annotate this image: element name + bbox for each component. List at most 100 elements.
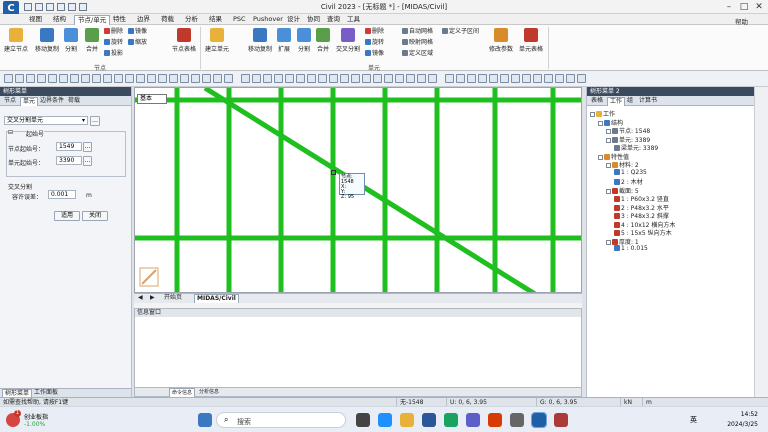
toolbar-button[interactable] [81, 74, 90, 83]
tab-analysis-info[interactable]: 分析信息 [197, 388, 221, 397]
menu-tab[interactable]: 结果 [206, 15, 225, 25]
toolbar-button[interactable] [489, 74, 498, 83]
toolbar-button[interactable] [37, 74, 46, 83]
toolbar-button[interactable] [136, 74, 145, 83]
diagonal-brace[interactable] [203, 88, 537, 293]
menu-tab[interactable]: 设计 [284, 15, 303, 25]
explorer-icon[interactable] [400, 413, 414, 427]
tab-element[interactable]: 单元 [20, 97, 39, 106]
toolbar-button[interactable] [373, 74, 382, 83]
toolbar-button[interactable] [26, 74, 35, 83]
edge-icon[interactable] [378, 413, 392, 427]
maximize-icon[interactable]: □ [737, 1, 751, 13]
toolbar-button[interactable] [15, 74, 24, 83]
menu-tab[interactable]: PSC [230, 15, 249, 25]
tab-boundary[interactable]: 边界条件 [38, 97, 66, 106]
element-rotate-button[interactable]: 旋转 [365, 39, 384, 47]
clock-date[interactable]: 2024/3/25 [722, 421, 758, 428]
toolbar-button[interactable] [274, 74, 283, 83]
toolbar-button[interactable] [241, 74, 250, 83]
tab-report[interactable]: 计算书 [637, 97, 659, 106]
menu-tab[interactable]: 边界 [134, 15, 153, 25]
node-start-more-button[interactable]: … [83, 142, 92, 152]
app-icon[interactable] [444, 413, 458, 427]
toolbar-button[interactable] [533, 74, 542, 83]
element-divide-button[interactable]: 分割 [295, 28, 313, 53]
define-domain-button[interactable]: 定义区域 [402, 50, 433, 58]
create-node-button[interactable]: 建立节点 [3, 28, 29, 53]
toolbar-button[interactable] [202, 74, 211, 83]
toolbar-button[interactable] [384, 74, 393, 83]
toolbar-button[interactable] [285, 74, 294, 83]
view-label[interactable]: 基本 [137, 94, 167, 104]
task-view-icon[interactable] [356, 413, 370, 427]
toolbar-button[interactable] [577, 74, 586, 83]
node-delete-button[interactable]: 删除 [104, 28, 123, 36]
model-view[interactable]: 基本 节点: 1548 X: Y: Z: 95 [134, 87, 582, 293]
toolbar-button[interactable] [191, 74, 200, 83]
toolbar-button[interactable] [213, 74, 222, 83]
close-icon[interactable]: ✕ [752, 1, 766, 13]
define-subdomain-button[interactable]: 定义子区间 [442, 28, 479, 36]
toolbar-button[interactable] [114, 74, 123, 83]
modify-params-button[interactable]: 修改参数 [486, 28, 516, 53]
menu-tab[interactable]: 特性 [110, 15, 129, 25]
toolbar-button[interactable] [329, 74, 338, 83]
toolbar-button[interactable] [555, 74, 564, 83]
create-element-button[interactable]: 建立单元 [203, 28, 231, 53]
toolbar-button[interactable] [296, 74, 305, 83]
toolbar-button[interactable] [340, 74, 349, 83]
menu-tab[interactable]: 工具 [344, 15, 363, 25]
toolbar-button[interactable] [147, 74, 156, 83]
app-icon[interactable] [488, 413, 502, 427]
tolerance-field[interactable]: 0.001 [48, 190, 76, 199]
midas-civil-taskbar-icon[interactable] [531, 412, 547, 428]
element-delete-button[interactable]: 删除 [365, 28, 384, 36]
toolbar-button[interactable] [169, 74, 178, 83]
intersect-divide-button[interactable]: 交叉分割 [333, 28, 363, 53]
menu-tab[interactable]: 节点/单元 [74, 15, 111, 25]
element-table-button[interactable]: 单元表格 [516, 28, 546, 53]
tree-node[interactable]: 1 : Q235 [614, 168, 647, 176]
toolbar-button[interactable] [417, 74, 426, 83]
close-button[interactable]: 关闭 [82, 211, 108, 221]
toolbar-button[interactable] [180, 74, 189, 83]
tab-midas-civil[interactable]: MIDAS/Civil [194, 294, 239, 303]
toolbar-button[interactable] [522, 74, 531, 83]
node-project-button[interactable]: 投影 [104, 50, 123, 58]
app-icon[interactable] [422, 413, 436, 427]
tab-work[interactable]: 工作 [607, 97, 626, 106]
toolbar-button[interactable] [252, 74, 261, 83]
toolbar-button[interactable] [48, 74, 57, 83]
toolbar-button[interactable] [92, 74, 101, 83]
search-box[interactable]: ⌕ 搜索 [216, 412, 346, 428]
toolbar-button[interactable] [500, 74, 509, 83]
menu-tab[interactable]: 结构 [50, 15, 69, 25]
toolbar-button[interactable] [428, 74, 437, 83]
toolbar-button[interactable] [395, 74, 404, 83]
node-merge-button[interactable]: 合并 [82, 28, 102, 53]
toolbar-button[interactable] [125, 74, 134, 83]
auto-mesh-button[interactable]: 自动网格 [402, 28, 433, 36]
menu-tab[interactable]: 荷载 [158, 15, 177, 25]
function-more-button[interactable]: … [90, 116, 100, 126]
toolbar-button[interactable] [4, 74, 13, 83]
element-extrude-button[interactable]: 扩展 [275, 28, 293, 53]
app-icon[interactable] [466, 413, 480, 427]
tree-node[interactable]: 1 : 0.015 [614, 245, 648, 252]
toolbar-button[interactable] [263, 74, 272, 83]
collapse-icon[interactable]: ⊟ [8, 129, 14, 136]
toolbar-button[interactable] [467, 74, 476, 83]
app-icon[interactable] [554, 413, 568, 427]
expand-icon[interactable] [606, 137, 611, 143]
nav-next-icon[interactable]: ▶ [148, 294, 157, 303]
element-start-more-button[interactable]: … [83, 156, 92, 166]
toolbar-button[interactable] [351, 74, 360, 83]
toolbar-button[interactable] [70, 74, 79, 83]
clock-time[interactable]: 14:52 [722, 411, 758, 418]
toolbar-button[interactable] [103, 74, 112, 83]
function-select[interactable]: 交叉分割单元 ▾ [4, 116, 88, 125]
tab-command-info[interactable]: 命令信息 [169, 388, 196, 397]
tab-load[interactable]: 荷载 [66, 97, 82, 106]
element-merge-button[interactable]: 合并 [314, 28, 332, 53]
